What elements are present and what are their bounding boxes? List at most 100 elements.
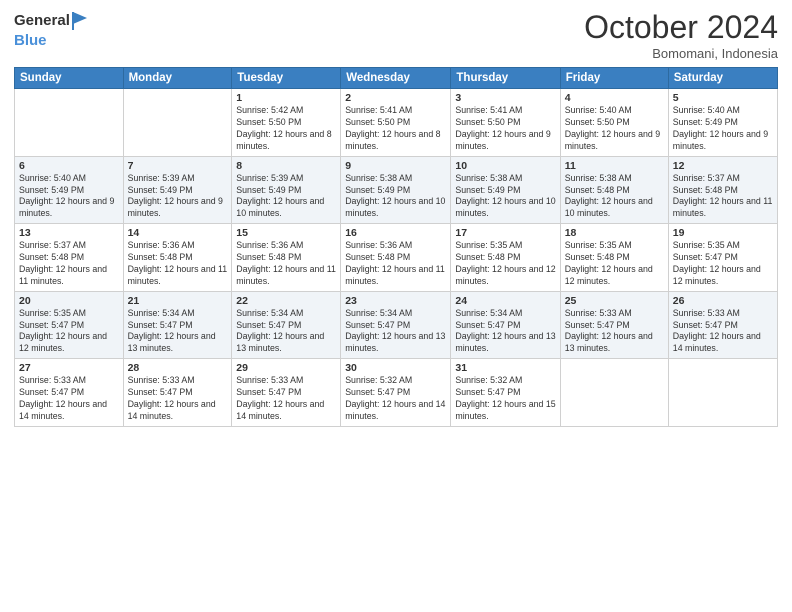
day-info: Sunrise: 5:40 AMSunset: 5:49 PMDaylight:… — [19, 173, 119, 221]
table-row: 6Sunrise: 5:40 AMSunset: 5:49 PMDaylight… — [15, 156, 124, 224]
day-info: Sunrise: 5:35 AMSunset: 5:47 PMDaylight:… — [673, 240, 773, 288]
table-row: 26Sunrise: 5:33 AMSunset: 5:47 PMDayligh… — [668, 291, 777, 359]
day-info: Sunrise: 5:39 AMSunset: 5:49 PMDaylight:… — [236, 173, 336, 221]
day-info: Sunrise: 5:37 AMSunset: 5:48 PMDaylight:… — [19, 240, 119, 288]
day-info: Sunrise: 5:36 AMSunset: 5:48 PMDaylight:… — [128, 240, 228, 288]
title-block: October 2024 Bomomani, Indonesia — [584, 10, 778, 61]
day-number: 18 — [565, 227, 664, 239]
calendar-week-row: 13Sunrise: 5:37 AMSunset: 5:48 PMDayligh… — [15, 224, 778, 292]
table-row — [15, 89, 124, 157]
day-info: Sunrise: 5:32 AMSunset: 5:47 PMDaylight:… — [345, 375, 446, 423]
logo-general-text: General — [14, 13, 70, 30]
table-row: 14Sunrise: 5:36 AMSunset: 5:48 PMDayligh… — [123, 224, 232, 292]
table-row: 13Sunrise: 5:37 AMSunset: 5:48 PMDayligh… — [15, 224, 124, 292]
day-number: 6 — [19, 160, 119, 172]
day-number: 30 — [345, 362, 446, 374]
day-number: 9 — [345, 160, 446, 172]
table-row: 25Sunrise: 5:33 AMSunset: 5:47 PMDayligh… — [560, 291, 668, 359]
day-number: 24 — [455, 295, 555, 307]
table-row: 15Sunrise: 5:36 AMSunset: 5:48 PMDayligh… — [232, 224, 341, 292]
calendar-week-row: 27Sunrise: 5:33 AMSunset: 5:47 PMDayligh… — [15, 359, 778, 427]
day-info: Sunrise: 5:35 AMSunset: 5:48 PMDaylight:… — [565, 240, 664, 288]
day-number: 4 — [565, 92, 664, 104]
day-info: Sunrise: 5:42 AMSunset: 5:50 PMDaylight:… — [236, 105, 336, 153]
table-row: 3Sunrise: 5:41 AMSunset: 5:50 PMDaylight… — [451, 89, 560, 157]
day-info: Sunrise: 5:36 AMSunset: 5:48 PMDaylight:… — [345, 240, 446, 288]
day-number: 20 — [19, 295, 119, 307]
col-saturday: Saturday — [668, 68, 777, 89]
page: General Blue October 2024 Bomomani, Indo… — [0, 0, 792, 612]
day-info: Sunrise: 5:35 AMSunset: 5:47 PMDaylight:… — [19, 308, 119, 356]
day-number: 29 — [236, 362, 336, 374]
day-info: Sunrise: 5:33 AMSunset: 5:47 PMDaylight:… — [128, 375, 228, 423]
table-row: 7Sunrise: 5:39 AMSunset: 5:49 PMDaylight… — [123, 156, 232, 224]
table-row: 17Sunrise: 5:35 AMSunset: 5:48 PMDayligh… — [451, 224, 560, 292]
day-info: Sunrise: 5:33 AMSunset: 5:47 PMDaylight:… — [565, 308, 664, 356]
table-row: 19Sunrise: 5:35 AMSunset: 5:47 PMDayligh… — [668, 224, 777, 292]
day-number: 8 — [236, 160, 336, 172]
day-info: Sunrise: 5:39 AMSunset: 5:49 PMDaylight:… — [128, 173, 228, 221]
logo: General Blue — [14, 10, 89, 50]
table-row: 8Sunrise: 5:39 AMSunset: 5:49 PMDaylight… — [232, 156, 341, 224]
calendar-table: Sunday Monday Tuesday Wednesday Thursday… — [14, 67, 778, 427]
day-info: Sunrise: 5:36 AMSunset: 5:48 PMDaylight:… — [236, 240, 336, 288]
table-row: 22Sunrise: 5:34 AMSunset: 5:47 PMDayligh… — [232, 291, 341, 359]
day-number: 16 — [345, 227, 446, 239]
day-info: Sunrise: 5:40 AMSunset: 5:50 PMDaylight:… — [565, 105, 664, 153]
table-row: 27Sunrise: 5:33 AMSunset: 5:47 PMDayligh… — [15, 359, 124, 427]
day-number: 28 — [128, 362, 228, 374]
day-info: Sunrise: 5:41 AMSunset: 5:50 PMDaylight:… — [455, 105, 555, 153]
calendar-week-row: 6Sunrise: 5:40 AMSunset: 5:49 PMDaylight… — [15, 156, 778, 224]
table-row: 18Sunrise: 5:35 AMSunset: 5:48 PMDayligh… — [560, 224, 668, 292]
table-row: 4Sunrise: 5:40 AMSunset: 5:50 PMDaylight… — [560, 89, 668, 157]
day-info: Sunrise: 5:33 AMSunset: 5:47 PMDaylight:… — [236, 375, 336, 423]
day-number: 13 — [19, 227, 119, 239]
day-number: 1 — [236, 92, 336, 104]
logo-blue-text: Blue — [14, 32, 47, 49]
day-info: Sunrise: 5:33 AMSunset: 5:47 PMDaylight:… — [19, 375, 119, 423]
day-info: Sunrise: 5:38 AMSunset: 5:49 PMDaylight:… — [455, 173, 555, 221]
table-row: 24Sunrise: 5:34 AMSunset: 5:47 PMDayligh… — [451, 291, 560, 359]
col-tuesday: Tuesday — [232, 68, 341, 89]
day-number: 12 — [673, 160, 773, 172]
day-number: 5 — [673, 92, 773, 104]
table-row: 28Sunrise: 5:33 AMSunset: 5:47 PMDayligh… — [123, 359, 232, 427]
col-sunday: Sunday — [15, 68, 124, 89]
table-row: 9Sunrise: 5:38 AMSunset: 5:49 PMDaylight… — [341, 156, 451, 224]
table-row: 31Sunrise: 5:32 AMSunset: 5:47 PMDayligh… — [451, 359, 560, 427]
logo-flag-icon — [71, 10, 89, 32]
calendar-header-row: Sunday Monday Tuesday Wednesday Thursday… — [15, 68, 778, 89]
table-row: 29Sunrise: 5:33 AMSunset: 5:47 PMDayligh… — [232, 359, 341, 427]
day-number: 26 — [673, 295, 773, 307]
table-row: 12Sunrise: 5:37 AMSunset: 5:48 PMDayligh… — [668, 156, 777, 224]
day-info: Sunrise: 5:41 AMSunset: 5:50 PMDaylight:… — [345, 105, 446, 153]
day-number: 3 — [455, 92, 555, 104]
day-info: Sunrise: 5:35 AMSunset: 5:48 PMDaylight:… — [455, 240, 555, 288]
day-number: 10 — [455, 160, 555, 172]
day-number: 21 — [128, 295, 228, 307]
day-info: Sunrise: 5:38 AMSunset: 5:48 PMDaylight:… — [565, 173, 664, 221]
table-row — [123, 89, 232, 157]
day-number: 11 — [565, 160, 664, 172]
day-info: Sunrise: 5:34 AMSunset: 5:47 PMDaylight:… — [345, 308, 446, 356]
col-wednesday: Wednesday — [341, 68, 451, 89]
table-row: 23Sunrise: 5:34 AMSunset: 5:47 PMDayligh… — [341, 291, 451, 359]
day-number: 19 — [673, 227, 773, 239]
day-number: 2 — [345, 92, 446, 104]
table-row: 20Sunrise: 5:35 AMSunset: 5:47 PMDayligh… — [15, 291, 124, 359]
table-row: 5Sunrise: 5:40 AMSunset: 5:49 PMDaylight… — [668, 89, 777, 157]
table-row: 11Sunrise: 5:38 AMSunset: 5:48 PMDayligh… — [560, 156, 668, 224]
table-row: 21Sunrise: 5:34 AMSunset: 5:47 PMDayligh… — [123, 291, 232, 359]
day-info: Sunrise: 5:40 AMSunset: 5:49 PMDaylight:… — [673, 105, 773, 153]
table-row — [560, 359, 668, 427]
day-number: 22 — [236, 295, 336, 307]
calendar-week-row: 1Sunrise: 5:42 AMSunset: 5:50 PMDaylight… — [15, 89, 778, 157]
col-friday: Friday — [560, 68, 668, 89]
table-row: 2Sunrise: 5:41 AMSunset: 5:50 PMDaylight… — [341, 89, 451, 157]
day-number: 17 — [455, 227, 555, 239]
day-number: 23 — [345, 295, 446, 307]
table-row: 30Sunrise: 5:32 AMSunset: 5:47 PMDayligh… — [341, 359, 451, 427]
month-year-title: October 2024 — [584, 10, 778, 45]
table-row: 1Sunrise: 5:42 AMSunset: 5:50 PMDaylight… — [232, 89, 341, 157]
day-info: Sunrise: 5:33 AMSunset: 5:47 PMDaylight:… — [673, 308, 773, 356]
